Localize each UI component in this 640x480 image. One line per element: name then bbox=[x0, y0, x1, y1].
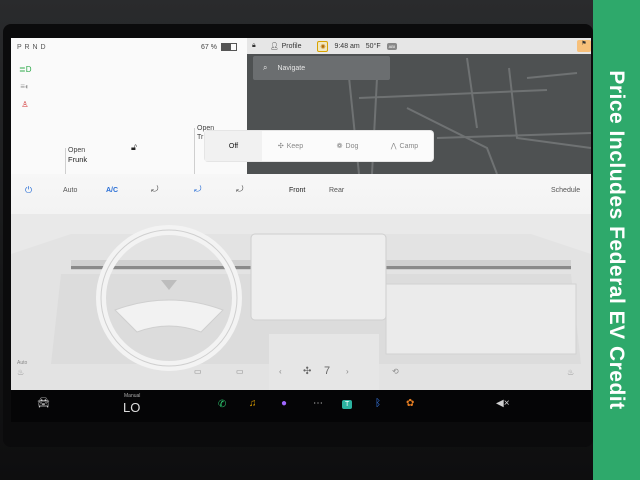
front-defrost-icon[interactable]: ▭ bbox=[236, 367, 244, 376]
frunk-open-label: Open bbox=[68, 147, 86, 154]
seat-heater-left-icon[interactable]: ♨ bbox=[17, 368, 24, 377]
driver-temp-lo[interactable]: LO bbox=[123, 400, 140, 415]
sentry-badge: ◉ bbox=[317, 40, 329, 52]
climate-keeper-popup: Off ✣ Keep ❁ Dog ⋀ Camp bbox=[205, 131, 433, 161]
recirculate-icon[interactable]: ⟲ bbox=[392, 367, 399, 376]
rear-button[interactable]: Rear bbox=[329, 187, 344, 194]
dashboard-illustration: Auto ♨ ▭ ▭ ‹ ✣ 7 › ⟲ ♨ bbox=[11, 214, 591, 390]
gear-indicator: P R N D bbox=[17, 44, 47, 51]
time-text: 9:48 am bbox=[334, 42, 360, 50]
promo-banner: Price Includes Federal EV Credit bbox=[593, 0, 640, 480]
power-icon[interactable]: ⏻ bbox=[25, 185, 32, 196]
option-label: Camp bbox=[399, 142, 419, 150]
camera-icon[interactable]: ● bbox=[281, 398, 287, 409]
fan-icon: ✣ bbox=[277, 143, 284, 150]
volume-mute-icon[interactable]: ◀× bbox=[496, 398, 510, 409]
option-label: Off bbox=[228, 142, 239, 150]
car-icon[interactable]: 🚘︎ bbox=[37, 398, 50, 409]
headlight-icon: ≣D bbox=[19, 65, 32, 74]
schedule-button[interactable]: Schedule bbox=[551, 187, 580, 194]
open-frunk-button[interactable]: Open Frunk bbox=[68, 146, 87, 165]
unlock-icon[interactable]: 🔓︎ bbox=[131, 142, 137, 153]
airflow-defrost-icon[interactable]: ⤾ bbox=[236, 184, 244, 195]
airflow-face-icon[interactable]: ⤾ bbox=[151, 184, 159, 195]
navigate-search-bar[interactable]: ⌕ Navigate bbox=[253, 56, 390, 80]
battery-percent: 67 % bbox=[201, 43, 217, 51]
climate-keeper-off[interactable]: Off bbox=[205, 131, 262, 161]
outside-temperature: 50°F bbox=[366, 43, 381, 50]
frunk-name-label: Frunk bbox=[68, 155, 88, 164]
paw-icon: ❁ bbox=[336, 143, 343, 150]
toybox-badge: T bbox=[342, 400, 353, 409]
search-icon: ⌕ bbox=[263, 63, 268, 72]
climate-keeper-camp[interactable]: ⋀ Camp bbox=[376, 131, 433, 161]
navigate-placeholder: Navigate bbox=[277, 64, 306, 72]
profile-label: Profile bbox=[281, 42, 302, 50]
fan-icon: ✣ bbox=[303, 366, 312, 377]
phone-icon[interactable]: ✆ bbox=[218, 399, 226, 410]
airbag-chip: ABI bbox=[386, 42, 398, 50]
lock-icon[interactable]: 🔒︎ bbox=[252, 42, 256, 50]
airflow-feet-icon[interactable]: ⤾ bbox=[194, 184, 202, 195]
notification-icon[interactable]: ⚑ bbox=[577, 40, 591, 52]
auto-button[interactable]: Auto bbox=[63, 187, 77, 194]
airbag-indicator: ABI bbox=[386, 42, 398, 50]
battery-icon bbox=[220, 43, 237, 51]
seat-heater-right-icon[interactable]: ♨ bbox=[567, 368, 574, 377]
fan-speed-value: 7 bbox=[324, 365, 331, 377]
seatbelt-warning-icon: ♙ bbox=[21, 100, 29, 109]
climate-panel: ⏻ Auto A/C ⤾ ⤾ ⤾ Front Rear Schedule Aut… bbox=[11, 174, 591, 390]
status-top-bar: 🔒︎ 👤︎ Profile ◉ 9:48 am 50°F ABI ⚑ bbox=[247, 38, 591, 54]
bluetooth-icon[interactable]: ᛒ bbox=[375, 398, 381, 409]
temperature-text: 50°F bbox=[365, 42, 381, 50]
banner-text: Price Includes Federal EV Credit bbox=[605, 70, 628, 410]
manual-label: Manual bbox=[124, 393, 141, 399]
seat-heater-auto-label: Auto bbox=[17, 360, 28, 366]
toybox-icon[interactable]: T bbox=[342, 398, 353, 409]
music-icon[interactable]: ♫ bbox=[249, 398, 257, 409]
rear-defrost-icon[interactable]: ▭ bbox=[194, 367, 202, 376]
climate-keeper-keep[interactable]: ✣ Keep bbox=[262, 131, 319, 161]
profile-button[interactable]: 👤︎ Profile bbox=[269, 42, 302, 51]
divider bbox=[194, 128, 195, 174]
divider bbox=[65, 148, 66, 174]
battery-status: 67 % bbox=[201, 43, 237, 51]
bottom-dock: 🚘︎ Manual LO ✆ ♫ ● ⋯ T ᛒ ✿ ◀× bbox=[11, 390, 591, 422]
dashboard-graphic bbox=[11, 214, 591, 390]
front-button[interactable]: Front bbox=[289, 187, 305, 194]
tent-icon: ⋀ bbox=[390, 143, 397, 150]
option-label: Dog bbox=[345, 142, 359, 150]
person-icon: 👤︎ bbox=[269, 43, 279, 50]
fan-increase-icon[interactable]: › bbox=[346, 367, 349, 376]
games-icon[interactable]: ✿ bbox=[406, 398, 414, 409]
autohighbeam-icon: ≡◐ bbox=[20, 82, 30, 91]
fan-decrease-icon[interactable]: ‹ bbox=[279, 367, 282, 376]
more-apps-icon[interactable]: ⋯ bbox=[313, 398, 323, 409]
touchscreen: P R N D 67 % ≣D ≡◐ ♙ Open Frunk 🔓︎ Open … bbox=[11, 38, 591, 390]
climate-keeper-dog[interactable]: ❁ Dog bbox=[319, 131, 376, 161]
clock: 9:48 am bbox=[334, 43, 359, 50]
sentry-icon[interactable]: ◉ bbox=[317, 40, 329, 52]
ac-button[interactable]: A/C bbox=[106, 187, 118, 194]
battery-fill bbox=[221, 44, 232, 50]
option-label: Keep bbox=[286, 142, 304, 150]
